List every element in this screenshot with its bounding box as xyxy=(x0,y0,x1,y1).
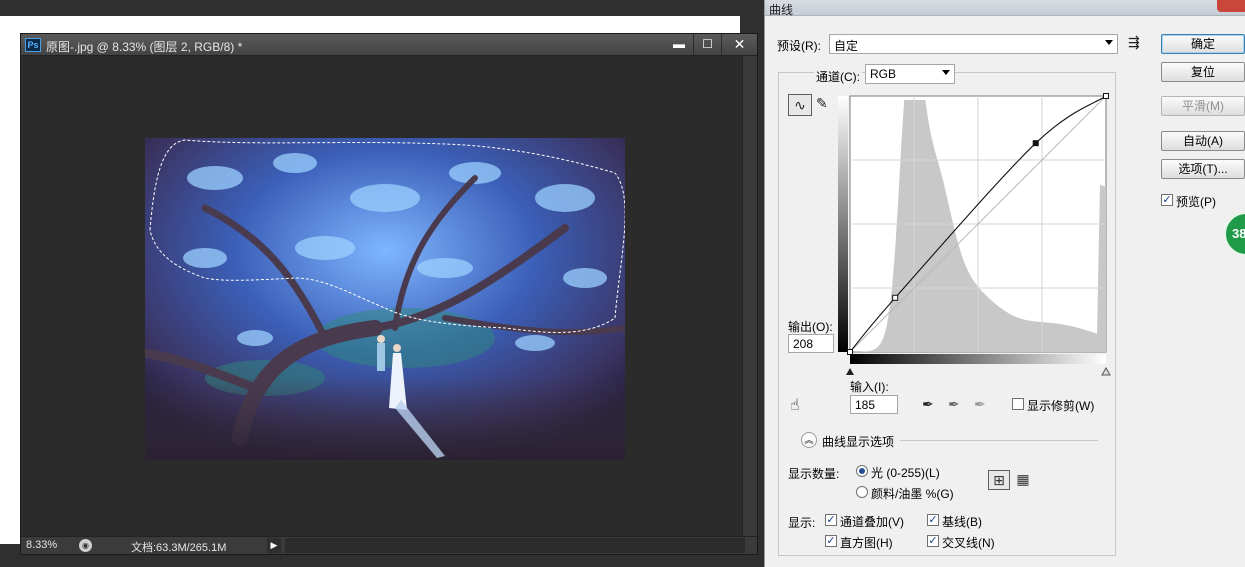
display-options-label: 曲线显示选项 xyxy=(822,435,895,449)
white-eyedropper-icon[interactable]: ✒ xyxy=(974,396,986,413)
horizontal-scrollbar[interactable] xyxy=(285,538,745,553)
curve-tool-icon[interactable]: ∿ xyxy=(788,94,812,116)
histogram-label: 直方图(H) xyxy=(840,536,893,550)
preview-label: 预览(P) xyxy=(1176,195,1216,209)
preset-value: 自定 xyxy=(834,39,859,53)
reset-button[interactable]: 复位 xyxy=(1161,62,1245,82)
chevron-down-icon xyxy=(942,70,950,75)
detailed-grid-icon[interactable]: ▦ xyxy=(1012,470,1034,490)
close-icon: ✕ xyxy=(733,36,746,52)
zoom-readout[interactable]: 8.33% xyxy=(26,539,57,551)
status-info-icon[interactable]: ◉ xyxy=(79,539,92,552)
histogram-checkbox[interactable]: ✓ xyxy=(825,535,837,547)
vertical-scrollbar[interactable] xyxy=(742,56,757,538)
preset-dropdown[interactable]: 自定 xyxy=(829,34,1118,54)
gray-eyedropper-icon[interactable]: ✒ xyxy=(948,396,960,413)
ok-button[interactable]: 确定 xyxy=(1161,34,1245,54)
minimize-button[interactable]: ▬ xyxy=(665,34,693,55)
pencil-tool-icon[interactable]: ✎ xyxy=(816,95,828,112)
preset-label: 预设(R): xyxy=(777,39,821,53)
show-amount-label: 显示数量: xyxy=(788,467,840,481)
curves-graph[interactable] xyxy=(836,92,1116,382)
channel-value: RGB xyxy=(870,67,897,81)
maximize-icon: ☐ xyxy=(702,37,713,51)
pigment-option-label: 颜料/油墨 %(G) xyxy=(871,487,954,501)
intersection-checkbox[interactable]: ✓ xyxy=(927,535,939,547)
output-gradient-bar xyxy=(838,96,848,352)
white-point-slider xyxy=(1101,366,1111,376)
chevron-down-icon xyxy=(1105,40,1113,45)
baseline-checkbox[interactable]: ✓ xyxy=(927,514,939,526)
show-clipping-label: 显示修剪(W) xyxy=(1027,399,1095,413)
pigment-radio[interactable] xyxy=(856,486,868,498)
curve-point[interactable] xyxy=(1103,93,1109,99)
document-window: Ps 原图-.jpg @ 8.33% (图层 2, RGB/8) * ▬ ☐ ✕ xyxy=(20,33,758,555)
baseline-label: 基线(B) xyxy=(942,515,982,529)
black-point-slider xyxy=(846,368,854,375)
show-clipping-checkbox[interactable] xyxy=(1012,398,1024,410)
light-radio[interactable] xyxy=(856,465,868,477)
dialog-title: 曲线 xyxy=(769,3,794,17)
input-label: 输入(I): xyxy=(850,380,889,394)
channel-overlays-label: 通道叠加(V) xyxy=(840,515,904,529)
input-gradient-bar xyxy=(850,354,1106,364)
photo-image[interactable] xyxy=(145,138,625,460)
input-field[interactable]: 185 xyxy=(850,395,898,414)
document-titlebar[interactable]: Ps 原图-.jpg @ 8.33% (图层 2, RGB/8) * ▬ ☐ ✕ xyxy=(21,34,757,56)
preview-checkbox[interactable]: ✓ xyxy=(1161,194,1173,206)
photoshop-app-icon: Ps xyxy=(25,38,41,52)
curve-point-active[interactable] xyxy=(1032,140,1039,147)
on-image-adjust-icon[interactable]: ☝ xyxy=(790,395,800,415)
light-option-label: 光 (0-255)(L) xyxy=(871,466,940,480)
dialog-close-button[interactable] xyxy=(1217,0,1245,12)
document-canvas[interactable] xyxy=(21,56,743,538)
curve-point[interactable] xyxy=(847,349,853,355)
status-bar: 8.33% ◉ 文档:63.3M/265.1M ▶ xyxy=(21,536,757,554)
channel-overlays-checkbox[interactable]: ✓ xyxy=(825,514,837,526)
simple-grid-icon[interactable]: ⊞ xyxy=(988,470,1010,490)
dialog-titlebar[interactable]: 曲线 xyxy=(765,0,1245,17)
black-eyedropper-icon[interactable]: ✒ xyxy=(922,396,934,413)
status-menu-arrow-icon[interactable]: ▶ xyxy=(267,538,281,553)
intersection-label: 交叉线(N) xyxy=(942,536,995,550)
divider xyxy=(900,440,1098,441)
maximize-button[interactable]: ☐ xyxy=(693,34,721,55)
document-size-info: 文档:63.3M/265.1M xyxy=(131,542,227,554)
output-label: 输出(O): xyxy=(788,320,833,334)
smooth-button[interactable]: 平滑(M) xyxy=(1161,96,1245,116)
channel-label: 通道(C): xyxy=(814,68,862,85)
minimize-icon: ▬ xyxy=(673,37,685,51)
curve-point[interactable] xyxy=(892,294,899,301)
auto-button[interactable]: 自动(A) xyxy=(1161,131,1245,151)
show-label: 显示: xyxy=(788,516,816,530)
close-button[interactable]: ✕ xyxy=(721,34,757,55)
expand-collapse-icon[interactable]: ︽ xyxy=(801,432,817,448)
options-button[interactable]: 选项(T)... xyxy=(1161,159,1245,179)
preset-options-icon[interactable]: ⇶ xyxy=(1128,34,1140,51)
document-title: 原图-.jpg @ 8.33% (图层 2, RGB/8) * xyxy=(46,40,243,54)
channel-dropdown[interactable]: RGB xyxy=(865,64,955,84)
output-field[interactable]: 208 xyxy=(788,334,834,353)
